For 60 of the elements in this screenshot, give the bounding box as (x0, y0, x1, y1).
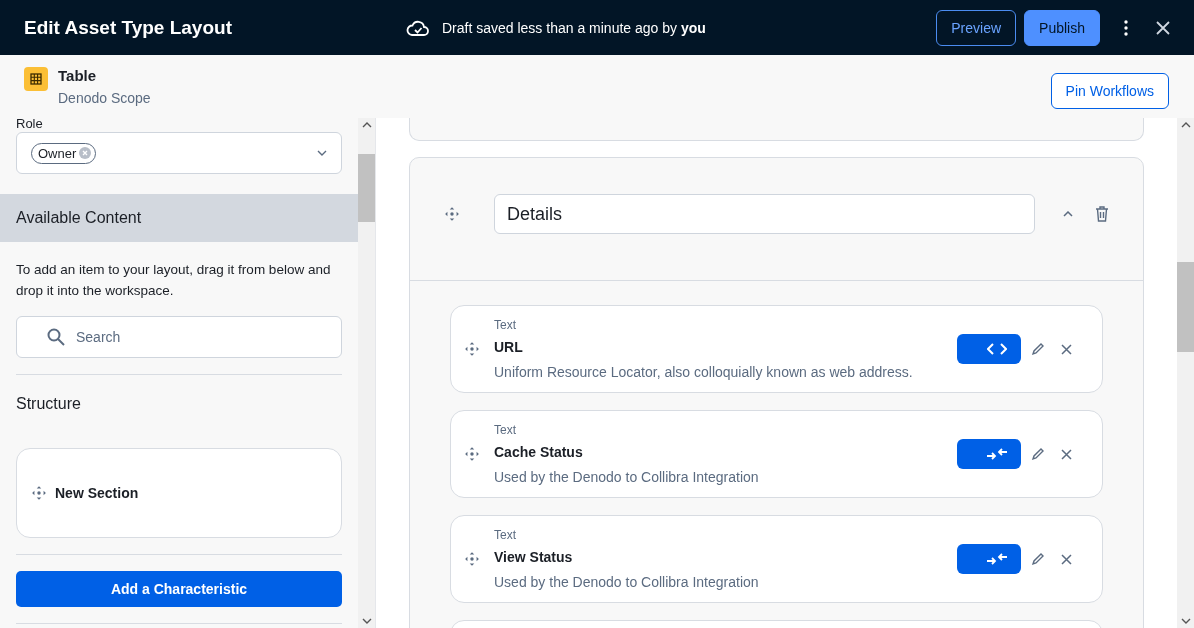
field-card[interactable]: Text Cache Status Used by the Denodo to Collibra Integration (450, 410, 1103, 498)
scroll-down-icon[interactable] (361, 618, 372, 624)
field-name: View Status (494, 549, 574, 565)
chevron-up-icon[interactable] (1063, 211, 1073, 217)
publish-button[interactable]: Publish (1024, 9, 1100, 46)
asset-scope: Denodo Scope (58, 90, 151, 106)
scroll-down-icon[interactable] (1180, 618, 1191, 624)
move-icon[interactable] (464, 446, 480, 462)
pencil-icon[interactable] (1031, 447, 1045, 461)
role-select[interactable]: Owner (16, 132, 342, 174)
close-icon[interactable] (1061, 553, 1072, 565)
field-description: Uniform Resource Locator, also colloquially known as web address. (494, 364, 914, 380)
scrollbar-thumb[interactable] (1177, 262, 1194, 352)
field-description: Used by the Denodo to Collibra Integration (494, 574, 760, 590)
preview-button[interactable]: Preview (936, 9, 1017, 46)
close-icon[interactable] (1061, 343, 1072, 355)
table-icon (24, 67, 48, 91)
field-type: Text (494, 528, 517, 542)
draft-status: Draft saved less than a minute ago by you (442, 19, 706, 36)
field-name: URL (494, 339, 524, 355)
field-description: Used by the Denodo to Collibra Integration (494, 469, 760, 485)
move-icon[interactable] (31, 485, 47, 501)
available-content-heading: Available Content (0, 194, 358, 242)
scrollbar[interactable] (358, 118, 375, 628)
asset-name: Table (58, 67, 98, 84)
scroll-up-icon[interactable] (361, 122, 372, 128)
structure-heading: Structure (16, 395, 82, 413)
sync-button[interactable] (957, 439, 1021, 469)
pencil-icon[interactable] (1031, 552, 1045, 566)
chevron-down-icon[interactable] (317, 150, 327, 156)
code-icon (987, 343, 1007, 355)
trash-icon[interactable] (1095, 206, 1109, 222)
sync-button[interactable] (957, 544, 1021, 574)
scrollbar[interactable] (1177, 118, 1194, 628)
scrollbar-thumb[interactable] (358, 154, 375, 222)
structure-card[interactable]: New Section (16, 448, 342, 538)
pencil-icon[interactable] (1031, 342, 1045, 356)
field-type: Text (494, 318, 517, 332)
field-type: Text (494, 423, 517, 437)
move-icon[interactable] (444, 206, 460, 222)
page-title: Edit Asset Type Layout (24, 16, 233, 39)
arrows-icon (986, 552, 1008, 566)
more-icon[interactable] (1124, 19, 1128, 36)
card-title: New Section (55, 485, 139, 501)
add-characteristic-button[interactable]: Add a Characteristic (16, 571, 342, 607)
arrows-icon (986, 447, 1008, 461)
pin-workflows-button[interactable]: Pin Workflows (1050, 72, 1169, 109)
close-icon[interactable] (1061, 448, 1072, 460)
role-label: Role (16, 118, 44, 130)
field-card[interactable]: Text URL Uniform Resource Locator, also colloquially known as web address. (450, 305, 1103, 393)
move-icon[interactable] (464, 341, 480, 357)
field-card[interactable]: Text View Status Used by the Denodo to Collibra Integration (450, 515, 1103, 603)
search-field[interactable]: Search (16, 316, 342, 358)
help-text: To add an item to your layout, drag it from below and drop it into the workspace. (16, 261, 332, 300)
code-button[interactable] (957, 334, 1021, 364)
field-name: Cache Status (494, 444, 584, 460)
move-icon[interactable] (464, 551, 480, 567)
scroll-up-icon[interactable] (1180, 122, 1191, 128)
section-title-field[interactable]: Details (494, 194, 1035, 234)
cloud-check-icon (406, 18, 430, 37)
